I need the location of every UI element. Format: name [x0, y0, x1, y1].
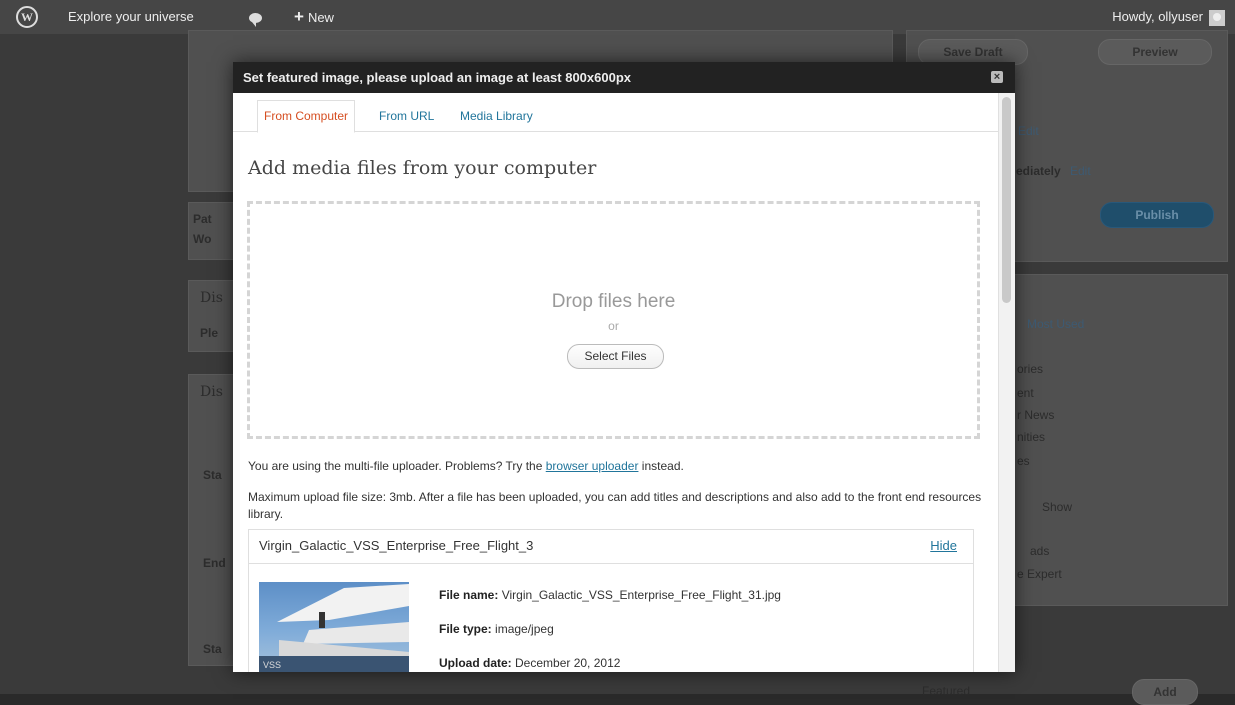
- user-menu[interactable]: Howdy, ollyuser: [1112, 0, 1225, 34]
- bg-fragment: Sta: [203, 468, 222, 482]
- bg-fragment: Featured: [922, 684, 971, 698]
- tab-from-computer[interactable]: From Computer: [257, 100, 356, 133]
- drop-files-text: Drop files here: [551, 291, 676, 312]
- bg-add-button: Add: [1132, 679, 1198, 705]
- bg-preview-button: Preview: [1098, 39, 1212, 65]
- tab-media-library[interactable]: Media Library: [454, 101, 539, 131]
- bg-fragment: Wo: [193, 232, 212, 246]
- bg-publish-button: Publish: [1100, 202, 1214, 228]
- scrollbar-thumb[interactable]: [1002, 97, 1011, 303]
- bg-fragment: nities: [1017, 430, 1046, 444]
- greeting-text: Howdy, ollyuser: [1112, 9, 1203, 24]
- modal-scrollbar[interactable]: [998, 93, 1015, 672]
- comments-icon[interactable]: [249, 0, 262, 34]
- bg-fragment: Pat: [193, 212, 212, 226]
- bg-fragment: es: [1017, 454, 1030, 468]
- new-label: New: [307, 10, 334, 25]
- close-icon[interactable]: ×: [991, 71, 1003, 83]
- bg-fragment: ories: [1017, 362, 1044, 376]
- modal-body: From Computer From URL Media Library Add…: [233, 93, 999, 672]
- select-files-button[interactable]: Select Files: [567, 344, 664, 369]
- wordpress-logo-icon[interactable]: W: [10, 0, 44, 34]
- bg-fragment: End: [203, 556, 226, 570]
- file-card-header: Virgin_Galactic_VSS_Enterprise_Free_Flig…: [249, 530, 973, 564]
- bg-fragment: ads: [1030, 544, 1050, 558]
- plus-icon: +: [294, 7, 304, 26]
- drop-zone[interactable]: Drop files here or Select Files: [247, 201, 980, 439]
- site-name-link[interactable]: Explore your universe: [68, 0, 194, 34]
- file-name-row: File name: Virgin_Galactic_VSS_Enterpris…: [439, 588, 781, 602]
- file-title: Virgin_Galactic_VSS_Enterprise_Free_Flig…: [259, 538, 534, 553]
- admin-bar: W Explore your universe + New Howdy, olly…: [0, 0, 1235, 34]
- file-name-label: File name:: [439, 588, 499, 602]
- bg-fragment: Ple: [200, 326, 219, 340]
- file-name-value: Virgin_Galactic_VSS_Enterprise_Free_Flig…: [501, 588, 781, 602]
- uploader-notice: You are using the multi-file uploader. P…: [248, 458, 684, 475]
- modal-title: Set featured image, please upload an ima…: [243, 70, 632, 85]
- featured-image-modal: Set featured image, please upload an ima…: [233, 62, 1015, 672]
- bg-fragment: ent: [1017, 386, 1034, 400]
- uploader-notice-prefix: You are using the multi-file uploader. P…: [248, 459, 543, 473]
- drop-or-text: or: [608, 319, 619, 333]
- spaceship-image: VSS: [259, 584, 409, 672]
- upload-heading: Add media files from your computer: [248, 157, 597, 179]
- new-content-button[interactable]: + New: [294, 0, 334, 34]
- bg-most-used-tab: Most Used: [1027, 317, 1085, 331]
- bg-fragment: Show: [1042, 500, 1073, 514]
- upload-date-label: Upload date:: [439, 656, 512, 670]
- hide-link[interactable]: Hide: [930, 538, 957, 553]
- browser-uploader-link[interactable]: browser uploader: [546, 459, 639, 473]
- bg-edit-link: Edit: [1070, 164, 1091, 178]
- file-type-label: File type:: [439, 622, 492, 636]
- media-tabs: From Computer From URL Media Library: [233, 93, 999, 133]
- svg-text:VSS: VSS: [263, 660, 281, 670]
- file-type-row: File type: image/jpeg: [439, 622, 554, 636]
- bg-fragment: ediately: [1016, 164, 1061, 178]
- avatar: [1209, 9, 1225, 26]
- max-size-notice: Maximum upload file size: 3mb. After a f…: [248, 490, 982, 521]
- bg-fragment: Dis: [200, 384, 223, 400]
- bg-fragment: Sta: [203, 642, 222, 656]
- uploader-notice-suffix: instead.: [641, 459, 684, 473]
- uploaded-file-card: Virgin_Galactic_VSS_Enterprise_Free_Flig…: [248, 529, 974, 672]
- bg-fragment: Dis: [200, 290, 223, 306]
- file-thumbnail: VSS: [259, 582, 409, 672]
- tab-from-url[interactable]: From URL: [373, 101, 440, 131]
- upload-date-row: Upload date: December 20, 2012: [439, 656, 620, 670]
- bg-fragment: r News: [1017, 408, 1055, 422]
- bg-fragment: e Expert: [1017, 567, 1062, 581]
- modal-header: Set featured image, please upload an ima…: [233, 62, 1015, 93]
- bg-edit-link: Edit: [1018, 124, 1039, 138]
- upload-date-value: December 20, 2012: [515, 656, 621, 670]
- file-type-value: image/jpeg: [495, 622, 554, 636]
